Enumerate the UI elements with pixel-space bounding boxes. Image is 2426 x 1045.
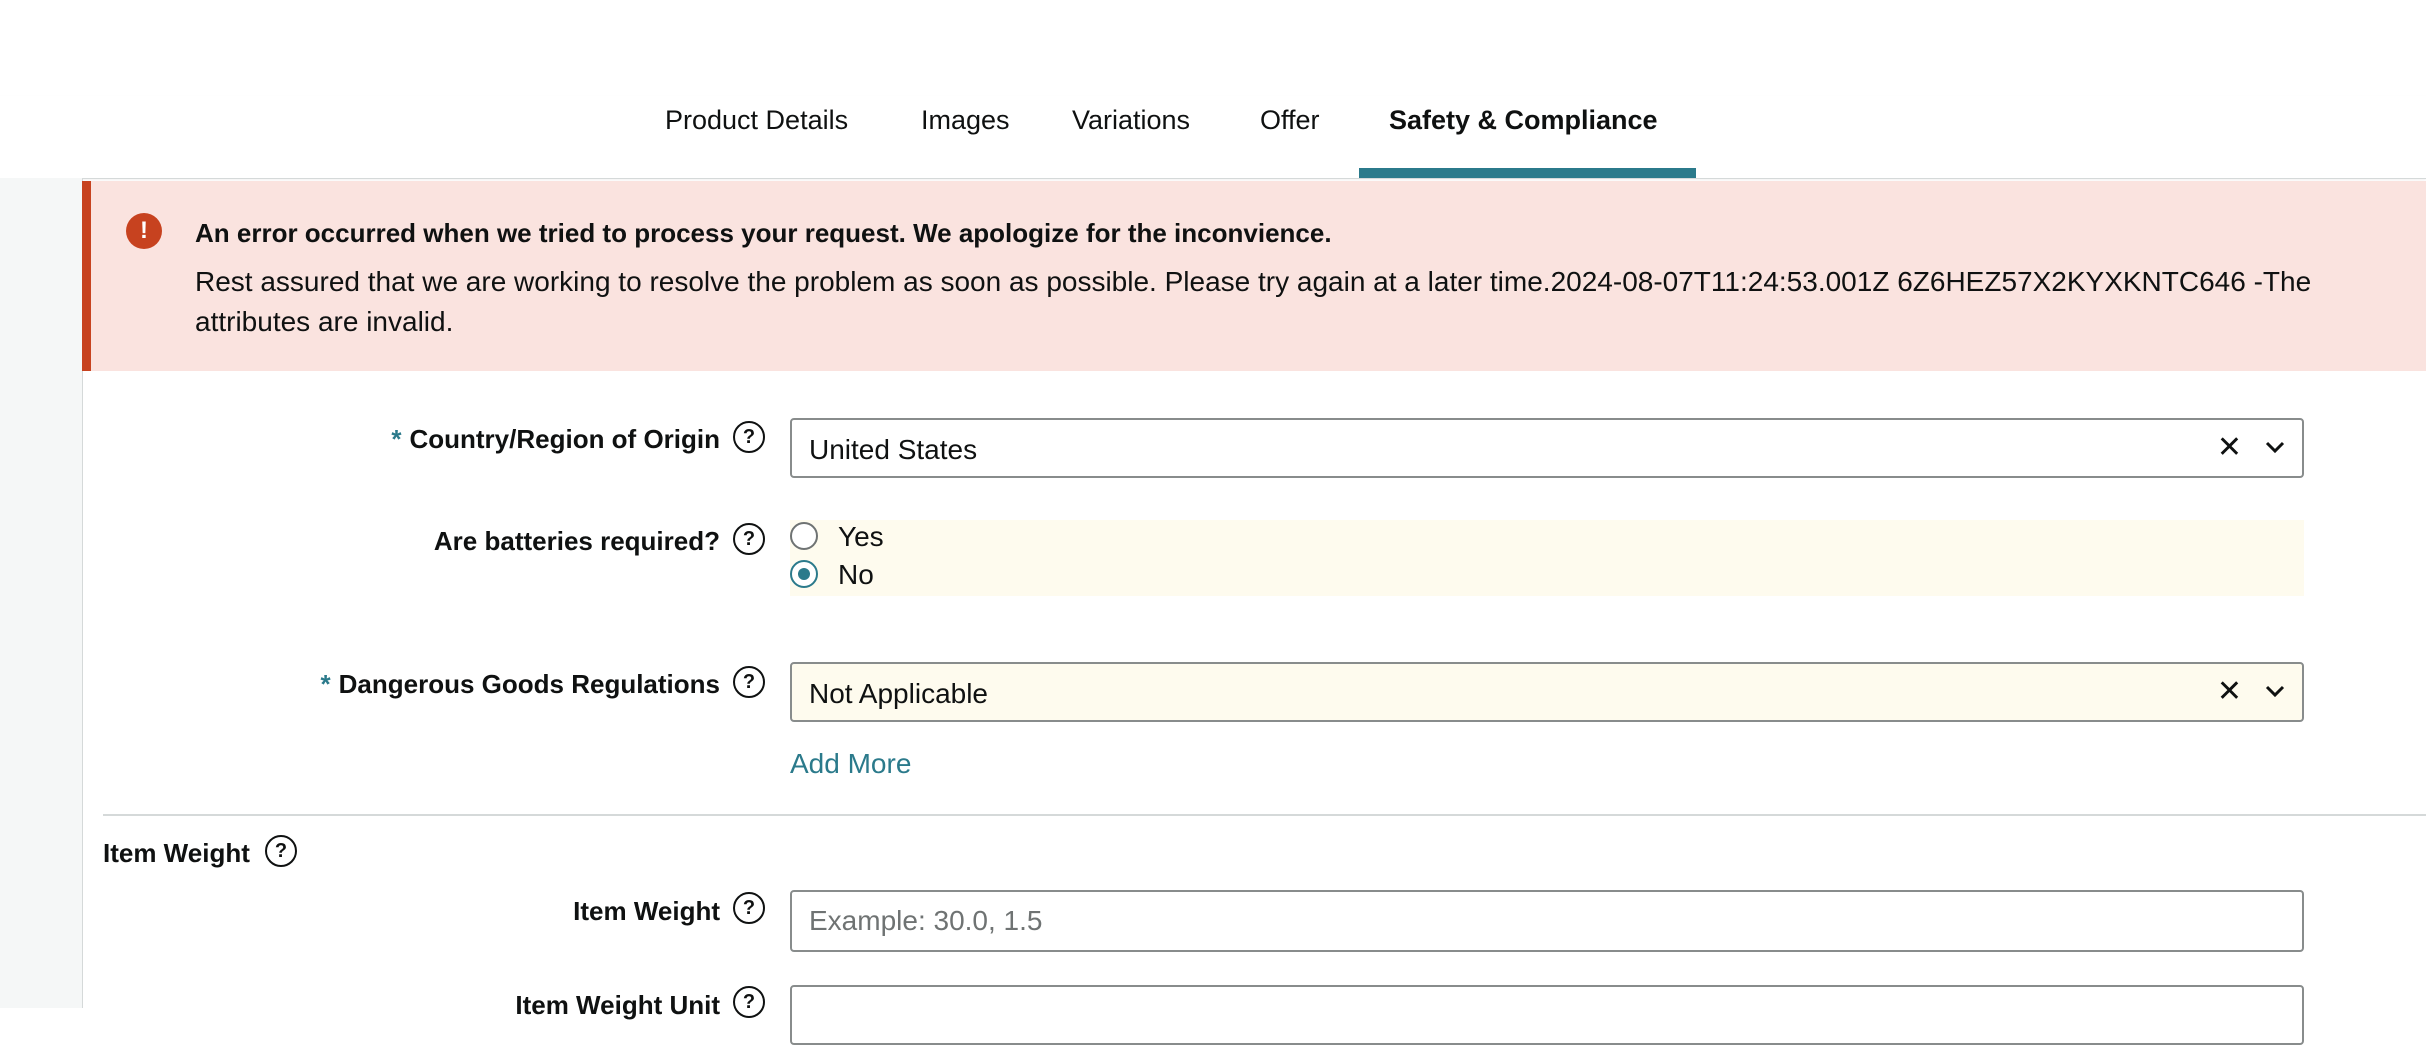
close-icon[interactable]: ✕ — [2217, 677, 2242, 707]
item-weight-unit-select[interactable] — [790, 985, 2304, 1045]
batteries-yes-radio[interactable] — [790, 522, 818, 550]
country-origin-value: United States — [809, 434, 978, 465]
chevron-down-icon[interactable] — [2264, 680, 2286, 702]
dangerous-goods-select[interactable]: Not Applicable ✕ — [790, 662, 2304, 722]
alert-icon: ! — [126, 213, 162, 249]
batteries-yes-label[interactable]: Yes — [838, 521, 884, 553]
item-weight-input[interactable] — [790, 890, 2304, 952]
dangerous-goods-value: Not Applicable — [809, 678, 989, 709]
country-origin-select[interactable]: United States ✕ — [790, 418, 2304, 478]
tab-offer[interactable]: Offer — [1260, 96, 1320, 178]
batteries-radio-group — [790, 520, 2304, 596]
tab-images[interactable]: Images — [921, 96, 1010, 178]
item-weight-label: Item Weight — [573, 896, 720, 926]
help-icon[interactable]: ? — [733, 421, 765, 453]
required-marker: * — [391, 424, 402, 454]
active-tab-indicator — [1359, 168, 1696, 178]
country-origin-label: * Country/Region of Origin — [391, 424, 720, 454]
batteries-no-radio[interactable] — [790, 560, 818, 588]
top-bar — [0, 0, 2426, 97]
help-icon[interactable]: ? — [265, 835, 297, 867]
help-icon[interactable]: ? — [733, 986, 765, 1018]
batteries-no-label[interactable]: No — [838, 559, 874, 591]
item-weight-unit-label: Item Weight Unit — [515, 990, 720, 1020]
tab-safety-compliance[interactable]: Safety & Compliance — [1389, 96, 1658, 178]
batteries-label: Are batteries required? — [433, 526, 720, 556]
required-marker: * — [320, 669, 331, 699]
error-message: Rest assured that we are working to reso… — [195, 266, 2312, 337]
tab-variations[interactable]: Variations — [1072, 96, 1190, 178]
dangerous-goods-label: * Dangerous Goods Regulations — [320, 669, 721, 699]
item-weight-section-title: Item Weight — [103, 838, 250, 868]
close-icon[interactable]: ✕ — [2217, 433, 2242, 463]
chevron-down-icon[interactable] — [2264, 436, 2286, 458]
tab-product-details[interactable]: Product Details — [665, 96, 848, 178]
error-title: An error occurred when we tried to proce… — [195, 218, 1332, 248]
help-icon[interactable]: ? — [733, 523, 765, 555]
tab-bar: Product Details Images Variations Offer … — [0, 96, 2426, 179]
help-icon[interactable]: ? — [733, 892, 765, 924]
help-icon[interactable]: ? — [733, 666, 765, 698]
left-rail — [0, 178, 83, 1008]
add-more-link[interactable]: Add More — [790, 748, 911, 780]
section-divider — [103, 814, 2426, 816]
